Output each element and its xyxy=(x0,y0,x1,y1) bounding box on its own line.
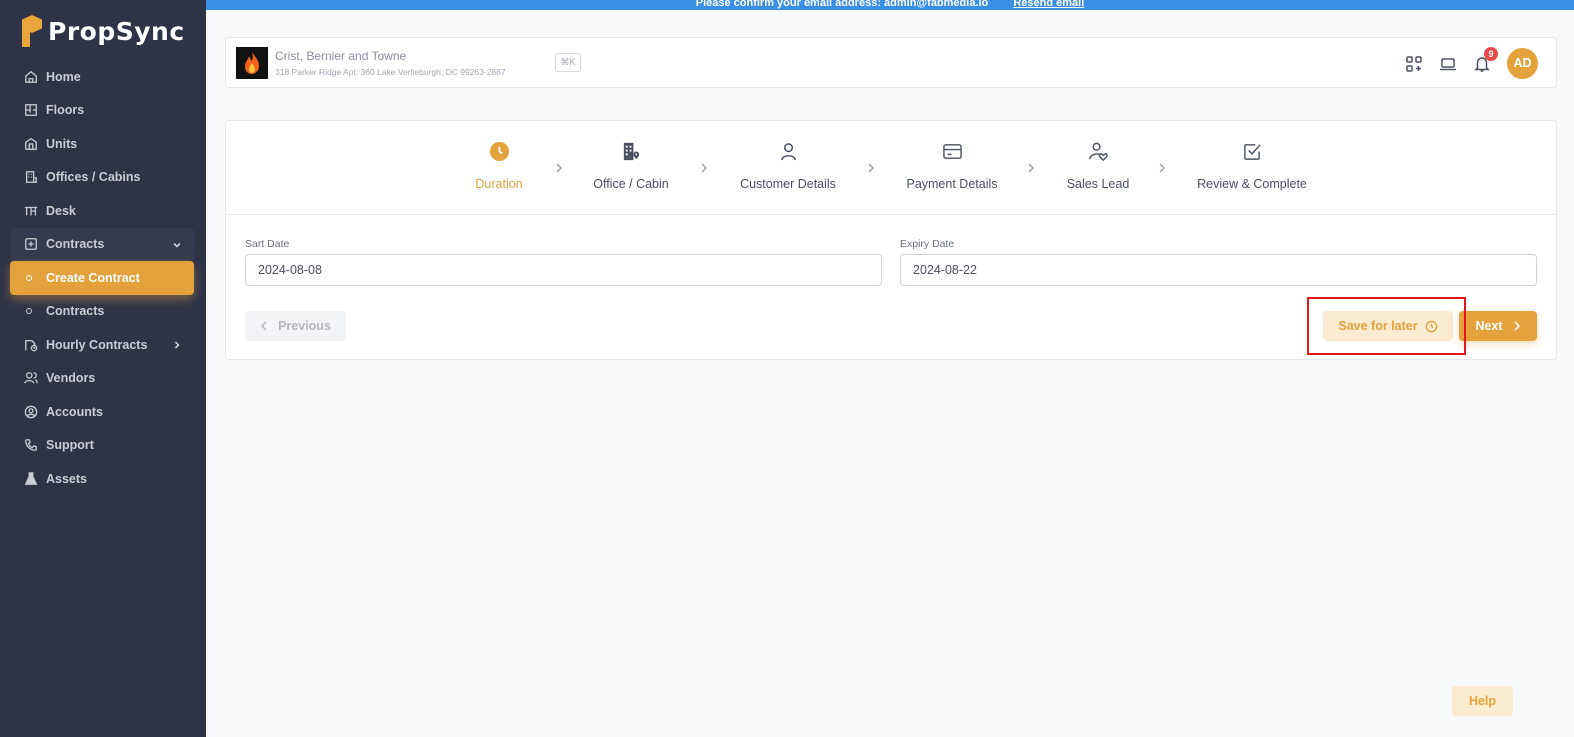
logo[interactable]: PropSync xyxy=(22,14,185,48)
bullet-icon xyxy=(26,274,32,281)
previous-button[interactable]: Previous xyxy=(245,311,346,341)
sidebar-item-accounts[interactable]: Accounts xyxy=(10,395,194,429)
chevron-down-icon xyxy=(172,239,182,249)
command-shortcut[interactable]: ⌘K xyxy=(555,53,581,72)
step-label: Duration xyxy=(475,177,523,191)
sidebar-item-hourly-contracts[interactable]: Hourly Contracts xyxy=(10,328,194,362)
step-label: Customer Details xyxy=(740,177,836,191)
avatar[interactable]: AD xyxy=(1507,48,1538,79)
sidebar-item-label: Desk xyxy=(46,203,76,218)
sidebar-item-support[interactable]: Support xyxy=(10,429,194,463)
top-header: Crist, Bernier and Towne 318 Parker Ridg… xyxy=(225,37,1557,88)
start-date-label: Sart Date xyxy=(245,238,290,250)
flask-icon xyxy=(24,471,38,486)
step-label: Office / Cabin xyxy=(593,177,669,191)
step-label: Review & Complete xyxy=(1197,177,1307,191)
sidebar-item-label: Home xyxy=(46,69,81,84)
sidebar: PropSync Home Floors Units Offices / Cab… xyxy=(0,0,206,737)
accounts-icon xyxy=(24,405,38,419)
chevron-right-icon xyxy=(554,161,564,173)
step-sales-lead[interactable]: Sales Lead xyxy=(1066,141,1130,191)
notification-badge: 9 xyxy=(1484,46,1498,61)
floor-plan-icon xyxy=(24,103,38,117)
laptop-icon[interactable] xyxy=(1439,55,1457,73)
company-logo[interactable] xyxy=(236,47,268,79)
sidebar-item-contracts[interactable]: Contracts xyxy=(10,295,194,329)
flame-icon xyxy=(245,52,259,74)
company-name[interactable]: Crist, Bernier and Towne xyxy=(275,49,406,63)
header-actions: 9 AD xyxy=(1389,46,1538,79)
bullet-icon xyxy=(26,308,32,315)
step-review-complete[interactable]: Review & Complete xyxy=(1197,141,1307,191)
sidebar-item-units[interactable]: Units xyxy=(10,127,194,161)
sidebar-item-vendors[interactable]: Vendors xyxy=(10,362,194,396)
banner-text: Please confirm your email address: admin… xyxy=(695,0,989,9)
sidebar-item-floors[interactable]: Floors xyxy=(10,94,194,128)
sidebar-item-assets[interactable]: Assets xyxy=(10,462,194,496)
sidebar-item-contracts-group[interactable]: Contracts xyxy=(10,227,194,261)
contracts-icon xyxy=(24,237,38,251)
brand-name: PropSync xyxy=(48,16,185,46)
step-duration[interactable]: Duration xyxy=(473,141,525,191)
sidebar-item-desk[interactable]: Desk xyxy=(10,194,194,228)
hourly-contracts-icon xyxy=(24,338,38,352)
chevron-right-icon xyxy=(1513,321,1520,331)
chevron-right-icon xyxy=(1157,161,1167,173)
checkbox-icon xyxy=(1243,144,1261,160)
sidebar-item-label: Offices / Cabins xyxy=(46,170,141,185)
step-label: Payment Details xyxy=(906,177,998,191)
sidebar-item-label: Create Contract xyxy=(46,270,140,285)
sidebar-item-label: Units xyxy=(46,136,78,151)
sidebar-item-label: Support xyxy=(46,438,94,453)
sidebar-item-create-contract[interactable]: Create Contract xyxy=(10,261,194,295)
highlight-box xyxy=(1307,297,1466,355)
chevron-right-icon xyxy=(172,339,182,349)
clock-icon xyxy=(489,141,509,162)
company-address: 318 Parker Ridge Apt. 360 Lake Verliebur… xyxy=(275,67,506,77)
expiry-date-input[interactable]: 2024-08-22 xyxy=(900,254,1537,286)
step-label: Sales Lead xyxy=(1066,177,1130,191)
propsync-logo-icon xyxy=(22,15,44,47)
sidebar-item-label: Floors xyxy=(46,103,85,118)
units-icon xyxy=(24,137,38,151)
building-icon xyxy=(24,170,38,184)
desk-icon xyxy=(24,204,38,218)
stepper: Duration Office / Cabin Customer Details… xyxy=(226,121,1556,215)
sidebar-item-label: Accounts xyxy=(46,404,103,419)
card-icon xyxy=(942,144,962,159)
user-icon xyxy=(780,143,796,161)
sidebar-item-label: Contracts xyxy=(46,304,105,319)
next-button-label: Next xyxy=(1475,319,1503,333)
sidebar-item-label: Assets xyxy=(46,471,87,486)
sidebar-item-home[interactable]: Home xyxy=(10,60,194,94)
phone-icon xyxy=(24,438,38,452)
help-button[interactable]: Help xyxy=(1452,686,1513,716)
user-heart-icon xyxy=(1088,142,1108,162)
expiry-date-label: Expiry Date xyxy=(900,238,955,250)
step-office-cabin[interactable]: Office / Cabin xyxy=(590,141,672,191)
step-customer-details[interactable]: Customer Details xyxy=(738,141,838,191)
home-icon xyxy=(24,70,38,84)
chevron-right-icon xyxy=(1026,161,1036,173)
apps-add-icon[interactable] xyxy=(1405,55,1423,73)
step-payment-details[interactable]: Payment Details xyxy=(905,141,999,191)
next-button[interactable]: Next xyxy=(1459,311,1537,341)
chevron-left-icon xyxy=(261,321,267,331)
sidebar-item-label: Vendors xyxy=(46,371,96,386)
vendors-icon xyxy=(24,371,38,385)
sidebar-item-label: Contracts xyxy=(46,237,105,252)
sidebar-item-label: Hourly Contracts xyxy=(46,337,148,352)
building-icon xyxy=(623,142,639,161)
previous-button-label: Previous xyxy=(278,319,331,333)
start-date-input[interactable]: 2024-08-08 xyxy=(245,254,882,286)
chevron-right-icon xyxy=(699,161,709,173)
bell-icon[interactable]: 9 xyxy=(1473,46,1498,73)
resend-email-link[interactable]: Resend email xyxy=(1013,0,1084,9)
email-confirm-banner: Please confirm your email address: admin… xyxy=(206,0,1574,10)
sidebar-nav: Home Floors Units Offices / Cabins Desk … xyxy=(10,60,194,496)
chevron-right-icon xyxy=(866,161,876,173)
sidebar-item-offices-cabins[interactable]: Offices / Cabins xyxy=(10,161,194,195)
